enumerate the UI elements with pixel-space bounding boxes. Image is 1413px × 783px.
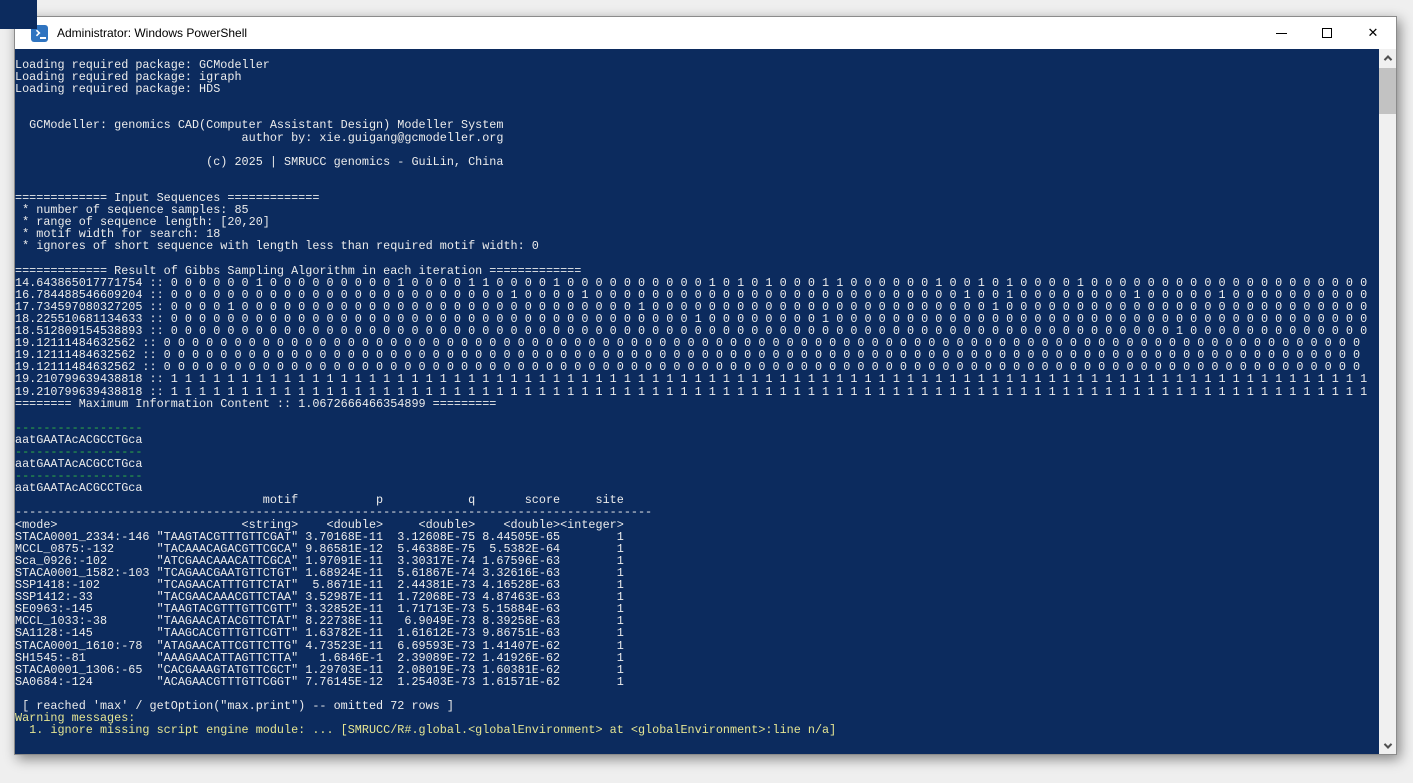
chevron-up-icon <box>1383 55 1391 63</box>
console-output[interactable]: Loading required package: GCModellerLoad… <box>15 49 1379 754</box>
vertical-scrollbar[interactable] <box>1379 49 1396 754</box>
console-line: ======== Maximum Information Content :: … <box>15 398 1379 410</box>
console-line: [ reached 'max' / getOption("max.print")… <box>15 700 1379 712</box>
console-line: ============= Result of Gibbs Sampling A… <box>15 265 1379 277</box>
console-line: ----------------------------------------… <box>15 506 1379 518</box>
scroll-down-button[interactable] <box>1379 737 1396 754</box>
scrollbar-thumb[interactable] <box>1379 68 1396 114</box>
console-line: 14.643865017771754 :: 0 0 0 0 0 0 1 0 0 … <box>15 277 1379 289</box>
close-button[interactable]: ✕ <box>1350 17 1396 49</box>
background-window-fragment <box>0 0 37 29</box>
console-line: 19.210799639438818 :: 1 1 1 1 1 1 1 1 1 … <box>15 386 1379 398</box>
console-line: author by: xie.guigang@gcmodeller.org <box>15 132 1379 144</box>
console-line: SA1128:-145 "TAAGCACGTTTGTTCGTT" 1.63782… <box>15 627 1379 639</box>
console-line: ------------------ <box>15 446 1379 458</box>
console-line: aatGAATAcACGCCTGca <box>15 458 1379 470</box>
maximize-button[interactable] <box>1304 17 1350 49</box>
console-text: Loading required package: GCModellerLoad… <box>15 49 1379 736</box>
powershell-arrow-icon <box>34 29 41 36</box>
console-line <box>15 95 1379 107</box>
minimize-button[interactable] <box>1258 17 1304 49</box>
window-title: Administrator: Windows PowerShell <box>57 26 247 40</box>
console-line: SH1545:-81 "AAAGAACATTAGTTCTTA" 1.6846E-… <box>15 652 1379 664</box>
maximize-icon <box>1322 28 1332 38</box>
console-line: (c) 2025 | SMRUCC genomics - GuiLin, Chi… <box>15 156 1379 168</box>
console-line: <mode> <string> <double> <double> <doubl… <box>15 519 1379 531</box>
console-line: GCModeller: genomics CAD(Computer Assist… <box>15 119 1379 131</box>
chevron-down-icon <box>1383 740 1391 748</box>
scroll-up-button[interactable] <box>1379 49 1396 66</box>
console-line: STACA0001_1610:-78 "ATAGAACATTCGTTCTTG" … <box>15 640 1379 652</box>
console-line <box>15 168 1379 180</box>
console-line <box>15 253 1379 265</box>
title-bar[interactable]: Administrator: Windows PowerShell ✕ <box>15 17 1396 49</box>
console-line: STACA0001_2334:-146 "TAAGTACGTTTGTTCGAT"… <box>15 531 1379 543</box>
console-line: STACA0001_1306:-65 "CACGAAAGTATGTTCGCT" … <box>15 664 1379 676</box>
console-line: aatGAATAcACGCCTGca <box>15 434 1379 446</box>
console-line: * ignores of short sequence with length … <box>15 240 1379 252</box>
minimize-icon <box>1276 33 1287 34</box>
console-line: 19.210799639438818 :: 1 1 1 1 1 1 1 1 1 … <box>15 373 1379 385</box>
console-line: 1. ignore missing script engine module: … <box>15 724 1379 736</box>
console-line: ------------------ <box>15 470 1379 482</box>
console-line: SA0684:-124 "ACAGAACGTTTGTTCGGT" 7.76145… <box>15 676 1379 688</box>
console-line: Loading required package: HDS <box>15 83 1379 95</box>
console-line <box>15 144 1379 156</box>
close-icon: ✕ <box>1368 27 1379 40</box>
powershell-window: Administrator: Windows PowerShell ✕ Load… <box>14 16 1397 755</box>
console-line: ------------------ <box>15 422 1379 434</box>
console-line <box>15 410 1379 422</box>
window-controls: ✕ <box>1258 17 1396 49</box>
powershell-underscore-icon <box>40 37 46 39</box>
